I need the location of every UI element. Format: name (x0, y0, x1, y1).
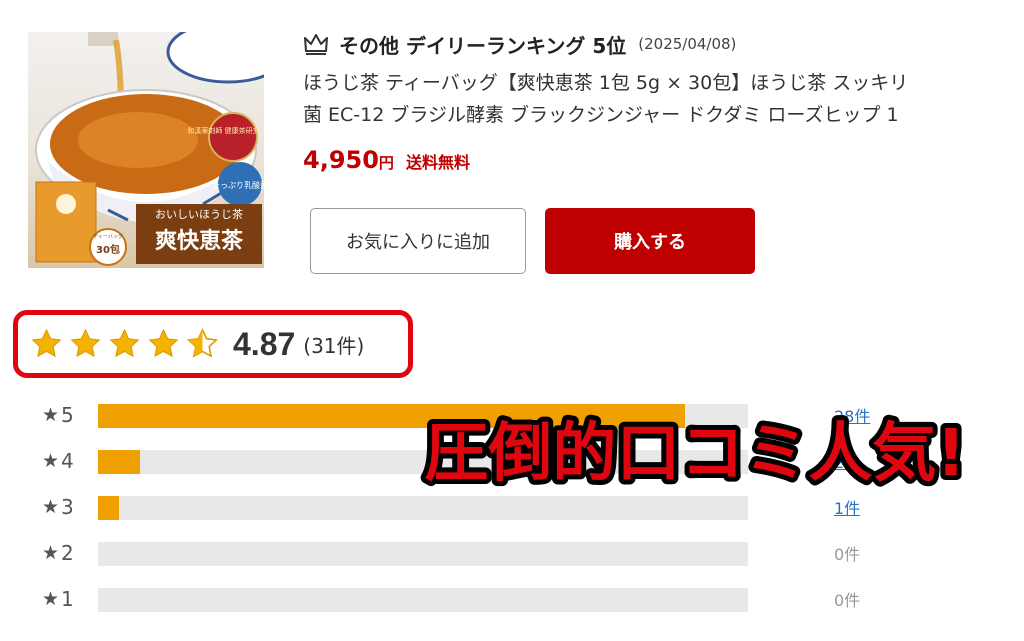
rating-row-label: ★ 3 (42, 495, 74, 519)
rating-row-count[interactable]: 1件 (834, 494, 860, 520)
star-small-icon: ★ (42, 496, 60, 518)
product-title-line-2[interactable]: 菌 EC-12 ブラジル酵素 ブラックジンジャー ドクダミ ローズヒップ 1 (303, 99, 1024, 131)
overlay-banner: 圧倒的口コミ人気! 圧倒的口コミ人気! (419, 412, 970, 495)
review-count[interactable]: (31件) (303, 330, 364, 359)
ranking-date: (2025/04/08) (638, 35, 737, 53)
star-small-icon: ★ (42, 542, 60, 564)
overlay-text: 圧倒的口コミ人気! (424, 417, 965, 491)
badge-text: 和漢薬剤師 健康茶研究 推奨! (187, 126, 264, 135)
product-image[interactable]: 和漢薬剤師 健康茶研究 推奨! たっぷり乳酸菌 おいしいほうじ茶 爽快恵茶 ティ… (28, 32, 264, 268)
buy-button[interactable]: 購入する (545, 208, 755, 274)
star-small-icon: ★ (42, 450, 60, 472)
tagline-text: おいしいほうじ茶 (155, 208, 243, 221)
ranking-text[interactable]: その他 デイリーランキング 5位 (339, 30, 626, 59)
product-title[interactable]: ほうじ茶 ティーバッグ【爽快恵茶 1包 5g × 30包】ほうじ茶 スッキリ 菌… (303, 67, 1024, 131)
rating-bar-track (98, 588, 748, 612)
rating-row-count: 0件 (834, 591, 861, 610)
product-title-line-1[interactable]: ほうじ茶 ティーバッグ【爽快恵茶 1包 5g × 30包】ほうじ茶 スッキリ (303, 67, 1024, 99)
rating-bar-track (98, 542, 748, 566)
star-full-icon (148, 328, 179, 358)
rating-stars (30, 328, 219, 360)
rating-summary[interactable]: 4.87 (31件) (30, 320, 364, 368)
brand-text: 爽快恵茶 (155, 228, 244, 254)
ranking-line: その他 デイリーランキング 5位 (2025/04/08) (303, 30, 736, 58)
rating-row-label: ★ 1 (42, 587, 74, 611)
bag-count-text: 30包 (96, 243, 120, 256)
shipping-label: 送料無料 (405, 153, 470, 172)
rating-row-label: ★ 4 (42, 449, 74, 473)
rating-row-2: ★ 2 0件 (42, 540, 942, 566)
lactic-badge-text: たっぷり乳酸菌 (212, 180, 264, 190)
rating-row-1: ★ 1 0件 (42, 586, 942, 612)
star-half-icon (186, 328, 219, 358)
rating-row-label: ★ 5 (42, 403, 74, 427)
rating-row-count: 0件 (834, 545, 861, 564)
star-small-icon: ★ (42, 404, 60, 426)
rating-score: 4.87 (233, 325, 296, 362)
star-full-icon (70, 328, 101, 358)
price-line: 4,950 円 送料無料 (303, 146, 470, 174)
star-full-icon (109, 328, 140, 358)
price-value: 4,950 (303, 146, 379, 174)
add-to-favorites-button[interactable]: お気に入りに追加 (310, 208, 526, 274)
star-full-icon (31, 328, 62, 358)
star-small-icon: ★ (42, 588, 60, 610)
rating-row-3[interactable]: ★ 3 1件 (42, 494, 942, 520)
crown-icon (304, 34, 328, 55)
rating-row-label: ★ 2 (42, 541, 74, 565)
rating-bar-fill (98, 450, 141, 474)
rating-bar-fill (98, 496, 119, 520)
bag-label-text: ティーバッグ (93, 233, 123, 240)
rating-bar-track (98, 496, 748, 520)
price-unit: 円 (378, 154, 394, 172)
